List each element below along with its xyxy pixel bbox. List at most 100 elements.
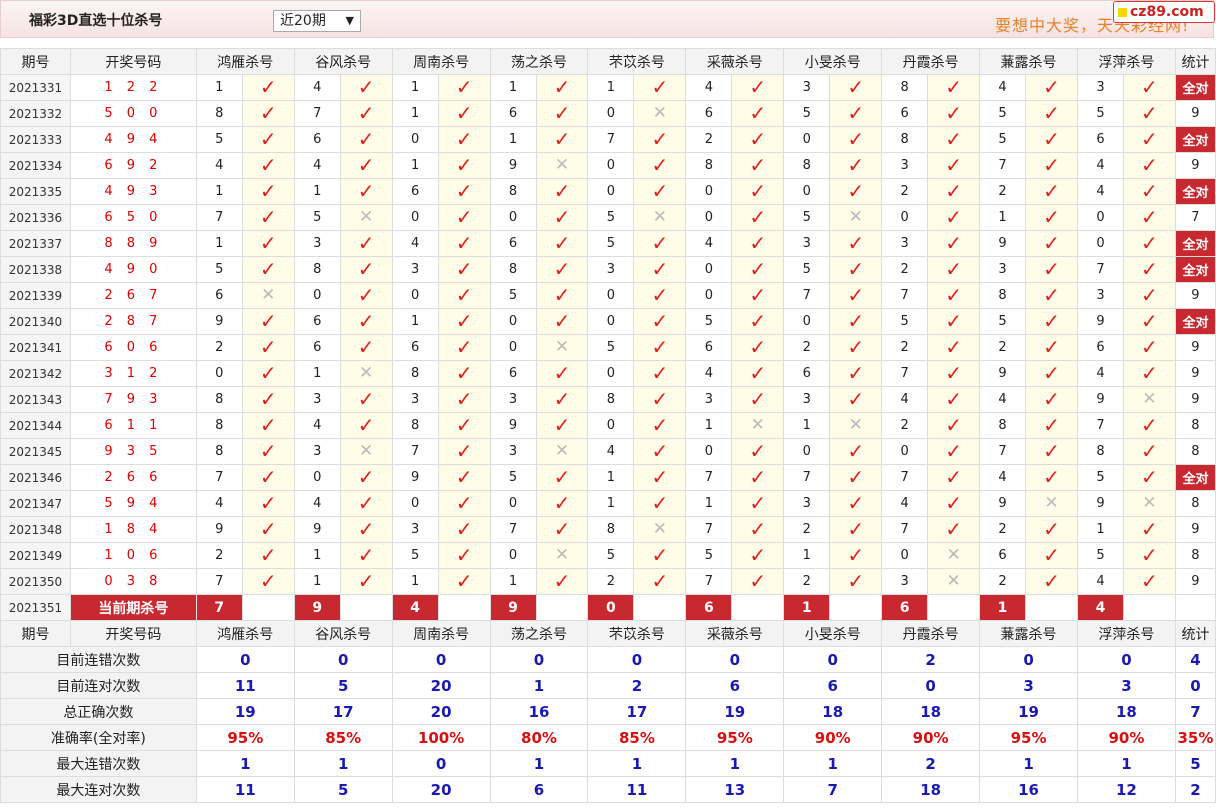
result-cell: ✓ [1025,334,1078,361]
result-cell: ✓ [1025,256,1078,283]
kill-number-cell: 7 [783,282,831,309]
column-header-expert[interactable]: 芣苡杀号 [587,620,687,647]
winning-number-cell: 3 1 2 [69,360,197,387]
period-select-value: 近20期 [280,13,326,29]
check-icon: ✓ [847,517,865,541]
column-header-expert[interactable]: 小旻杀号 [783,48,883,75]
check-icon: ✓ [945,153,962,177]
check-icon: ✓ [847,127,865,151]
kill-number-cell: 0 [783,178,831,205]
winning-number-cell: 6 1 1 [69,412,197,439]
column-header-expert[interactable]: 蒹露杀号 [979,620,1078,647]
result-cell: ✓ [829,178,883,205]
correct-count: 9 [1174,334,1216,361]
column-header-expert[interactable]: 鸿雁杀号 [195,620,295,647]
result-cell: ✓ [535,308,589,335]
site-logo[interactable]: cz89.com [1113,1,1215,23]
result-cell: ✓ [535,412,589,439]
kill-number-cell: 9 [979,490,1027,517]
kill-number-cell: 4 [1076,360,1124,387]
column-header-expert[interactable]: 采薇杀号 [685,48,785,75]
result-cell: ✓ [339,516,393,543]
kill-number-cell: 9 [489,152,537,179]
summary-value: 80% [489,724,589,751]
check-icon: ✓ [553,387,571,411]
kill-number-cell: 1 [979,204,1027,231]
column-header-expert[interactable]: 丹霞杀号 [881,620,981,647]
column-header-expert[interactable]: 荡之杀号 [489,48,589,75]
correct-count: 8 [1174,438,1216,465]
result-cell: ✕ [1122,490,1176,517]
kill-number-cell: 8 [195,386,243,413]
summary-value: 85% [293,724,393,751]
cross-icon: ✕ [946,571,961,591]
kill-number-cell: 1 [195,178,243,205]
kill-number-cell: 7 [489,516,537,543]
column-header-expert[interactable]: 周南杀号 [391,48,491,75]
current-kill-number: 9 [293,594,341,621]
summary-value: 0 [391,646,491,673]
kill-number-cell: 7 [195,464,243,491]
winning-number-cell: 7 9 3 [69,386,197,413]
check-icon: ✓ [749,179,767,203]
kill-number-cell: 5 [979,126,1027,153]
column-header-expert[interactable]: 丹霞杀号 [881,48,981,75]
correct-count: 7 [1174,204,1216,231]
result-cell: ✓ [731,386,785,413]
kill-number-cell: 0 [881,542,929,569]
period-select[interactable]: 近20期 ▼ [273,10,361,32]
summary-value: 0 [1076,646,1176,673]
column-header-expert[interactable]: 浮萍杀号 [1076,48,1176,75]
result-cell: ✓ [1025,308,1078,335]
summary-value: 0 [685,646,785,673]
result-cell: ✓ [1025,542,1078,569]
cross-icon: ✕ [1044,493,1059,513]
summary-value: 19 [979,698,1078,725]
check-icon: ✓ [553,309,571,333]
table-row: 2021344 6 1 1 8 ✓ 4 ✓ 8 ✓ 9 ✓ 0 ✓ 1 ✕ 1 ✕ 2 ✓ 8 ✓ 7 ✓ 8 [0,412,1216,439]
summary-value: 18 [1076,698,1176,725]
summary-value: 11 [195,776,295,803]
summary-value: 11 [195,672,295,699]
kill-number-cell: 1 [391,308,439,335]
kill-number-cell: 5 [489,464,537,491]
column-header-expert[interactable]: 荡之杀号 [489,620,589,647]
kill-number-cell: 6 [489,360,537,387]
column-header-expert[interactable]: 周南杀号 [391,620,491,647]
column-header-expert[interactable]: 采薇杀号 [685,620,785,647]
column-header-expert[interactable]: 小旻杀号 [783,620,883,647]
all-correct-badge: 全对 [1174,464,1216,491]
kill-number-cell: 3 [587,256,635,283]
check-icon: ✓ [651,75,669,99]
column-header-expert[interactable]: 浮萍杀号 [1076,620,1176,647]
kill-number-cell: 0 [391,282,439,309]
result-cell: ✕ [339,204,393,231]
summary-row: 目前连对次数 11 5 20 1 2 6 6 0 3 3 0 [0,672,1216,699]
column-header-expert[interactable]: 鸿雁杀号 [195,48,295,75]
column-header-expert[interactable]: 谷风杀号 [293,620,393,647]
check-icon: ✓ [1043,205,1060,229]
result-cell: ✓ [339,126,393,153]
check-icon: ✓ [553,75,571,99]
kill-number-cell: 3 [1076,282,1124,309]
check-icon: ✓ [259,491,277,515]
column-header-expert[interactable]: 蒹露杀号 [979,48,1078,75]
check-icon: ✓ [651,439,669,463]
check-icon: ✓ [553,413,571,437]
period-cell: 2021341 [0,334,71,361]
column-header-expert[interactable]: 谷风杀号 [293,48,393,75]
kill-number-cell: 0 [587,152,635,179]
kill-number-cell: 9 [1076,490,1124,517]
check-icon: ✓ [455,101,473,125]
result-cell: ✓ [437,230,491,257]
result-cell: ✓ [731,204,785,231]
kill-number-cell: 4 [685,230,733,257]
column-header-expert[interactable]: 芣苡杀号 [587,48,687,75]
check-icon: ✓ [455,439,473,463]
kill-number-cell: 9 [293,516,341,543]
check-icon: ✓ [357,179,375,203]
kill-number-cell: 8 [293,256,341,283]
check-icon: ✓ [945,127,962,151]
period-cell: 2021343 [0,386,71,413]
check-icon: ✓ [357,517,375,541]
